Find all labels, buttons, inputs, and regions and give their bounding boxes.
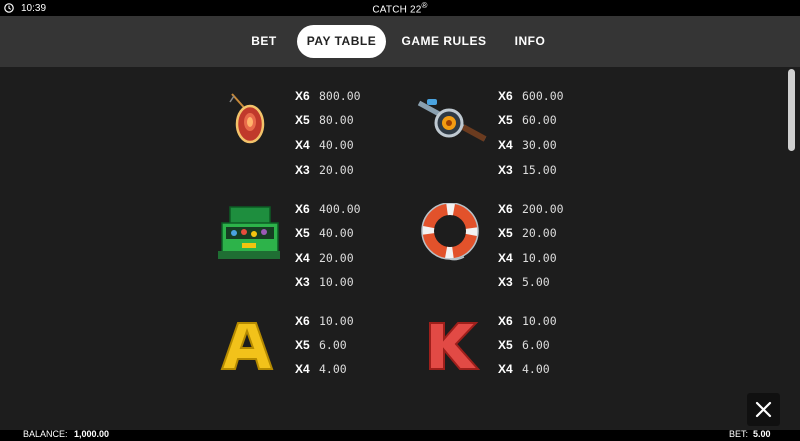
pay-multiplier: X4	[295, 138, 310, 152]
pay-row: X6 10.00	[498, 314, 557, 328]
balance-label: BALANCE:	[23, 429, 68, 439]
pay-multiplier: X4	[498, 362, 513, 376]
pay-value: 10.00	[522, 314, 557, 328]
pay-row: X4 10.00	[498, 251, 557, 265]
pay-value: 10.00	[522, 251, 557, 265]
pay-row: X3 20.00	[295, 163, 354, 177]
pay-value: 15.00	[522, 163, 557, 177]
registered-mark: ®	[421, 1, 428, 10]
pay-multiplier: X5	[295, 113, 310, 127]
pay-value: 6.00	[522, 338, 550, 352]
pay-row: X6 600.00	[498, 89, 564, 103]
pay-value: 5.00	[522, 275, 550, 289]
tab-bet[interactable]: BET	[244, 25, 284, 58]
pay-row: X5 80.00	[295, 113, 354, 127]
bet-value: 5.00	[753, 429, 771, 439]
pay-multiplier: X5	[498, 113, 513, 127]
pay-value: 40.00	[319, 138, 354, 152]
pay-row: X4 30.00	[498, 138, 557, 152]
pay-multiplier: X6	[498, 202, 513, 216]
pay-value: 600.00	[522, 89, 564, 103]
pay-row: X3 10.00	[295, 275, 354, 289]
close-icon	[755, 401, 772, 418]
pay-multiplier: X4	[498, 251, 513, 265]
tab-pay-table[interactable]: PAY TABLE	[297, 25, 386, 58]
pay-multiplier: X6	[295, 314, 310, 328]
pay-value: 800.00	[319, 89, 361, 103]
pay-value: 10.00	[319, 314, 354, 328]
pay-row: X6 400.00	[295, 202, 361, 216]
pay-value: 6.00	[319, 338, 347, 352]
pay-row: X5 6.00	[295, 338, 347, 352]
status-bar: 10:39 CATCH 22®	[0, 0, 800, 16]
pay-row: X6 800.00	[295, 89, 361, 103]
pay-multiplier: X5	[498, 226, 513, 240]
pay-value: 200.00	[522, 202, 564, 216]
scrollbar-thumb[interactable]	[788, 69, 795, 151]
pay-multiplier: X4	[498, 138, 513, 152]
pay-row: X5 40.00	[295, 226, 354, 240]
pay-multiplier: X3	[295, 163, 310, 177]
pay-multiplier: X4	[295, 362, 310, 376]
pay-value: 40.00	[319, 226, 354, 240]
tab-bar: BET PAY TABLE GAME RULES INFO	[0, 16, 800, 67]
pay-multiplier: X3	[295, 275, 310, 289]
pay-row: X5 6.00	[498, 338, 550, 352]
pay-value: 20.00	[319, 163, 354, 177]
pay-value: 20.00	[319, 251, 354, 265]
pay-row: X6 200.00	[498, 202, 564, 216]
pay-multiplier: X3	[498, 275, 513, 289]
balance-value: 1,000.00	[74, 429, 110, 439]
life-ring-icon	[421, 203, 479, 261]
pay-row: X4 4.00	[498, 362, 550, 376]
pay-multiplier: X5	[498, 338, 513, 352]
pay-value: 10.00	[319, 275, 354, 289]
pay-multiplier: X6	[498, 89, 513, 103]
pay-row: X4 4.00	[295, 362, 347, 376]
pay-multiplier: X6	[498, 314, 513, 328]
bet-label: BET:	[729, 429, 749, 439]
pay-multiplier: X6	[295, 202, 310, 216]
tackle-box-icon	[218, 206, 280, 259]
paytable-panel[interactable]: X6 800.00 X5 80.00 X4 40.00 X3 20.00 X6 600.0…	[0, 67, 800, 430]
pay-value: 4.00	[522, 362, 550, 376]
pay-row: X3 5.00	[498, 275, 550, 289]
tab-info[interactable]: INFO	[509, 25, 551, 58]
pay-multiplier: X6	[295, 89, 310, 103]
game-title: CATCH 22®	[0, 1, 800, 15]
pay-row: X4 20.00	[295, 251, 354, 265]
close-button[interactable]	[747, 393, 780, 426]
pay-row: X3 15.00	[498, 163, 557, 177]
pay-value: 20.00	[522, 226, 557, 240]
pay-multiplier: X5	[295, 226, 310, 240]
pay-row: X5 60.00	[498, 113, 557, 127]
pay-value: 400.00	[319, 202, 361, 216]
letter-k-icon	[429, 322, 480, 370]
pay-row: X4 40.00	[295, 138, 354, 152]
letter-a-icon	[220, 322, 274, 370]
pay-row: X5 20.00	[498, 226, 557, 240]
pay-value: 80.00	[319, 113, 354, 127]
bottom-bar: BALANCE: 1,000.00 BET: 5.00	[0, 429, 800, 441]
pay-multiplier: X5	[295, 338, 310, 352]
pay-value: 4.00	[319, 362, 347, 376]
pay-value: 30.00	[522, 138, 557, 152]
pay-value: 60.00	[522, 113, 557, 127]
game-title-text: CATCH 22	[372, 4, 422, 16]
fishing-lure-icon	[229, 93, 265, 144]
pay-multiplier: X3	[498, 163, 513, 177]
pay-row: X6 10.00	[295, 314, 354, 328]
pay-multiplier: X4	[295, 251, 310, 265]
fishing-reel-icon	[417, 99, 487, 142]
tab-game-rules[interactable]: GAME RULES	[400, 25, 488, 58]
